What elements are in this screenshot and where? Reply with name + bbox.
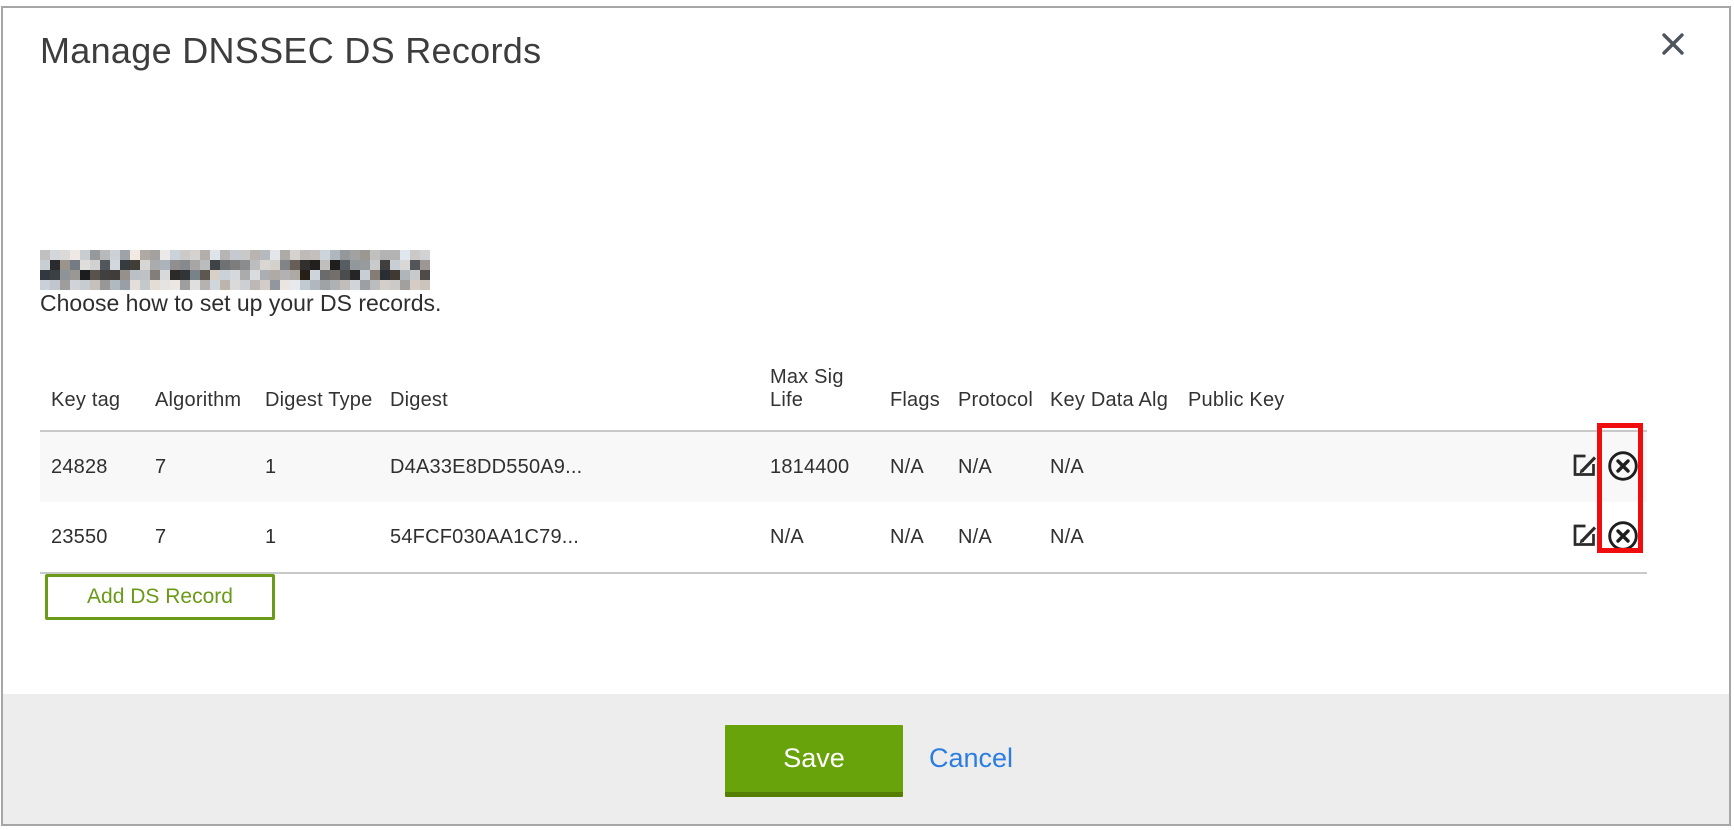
cell-flags: N/A bbox=[879, 502, 947, 573]
edit-pencil-icon bbox=[1569, 450, 1600, 484]
instructions-text: Choose how to set up your DS records. bbox=[40, 290, 441, 317]
col-header-key-tag: Key tag bbox=[40, 330, 144, 431]
edit-record-button[interactable] bbox=[1567, 450, 1601, 484]
manage-dnssec-dialog: Manage DNSSEC DS Records Choose how to s… bbox=[1, 6, 1731, 826]
cell-flags: N/A bbox=[879, 431, 947, 502]
cell-actions bbox=[1562, 431, 1647, 502]
col-header-key-data-alg: Key Data Alg bbox=[1039, 330, 1177, 431]
delete-record-button[interactable] bbox=[1606, 450, 1640, 484]
cell-digest: 54FCF030AA1C79... bbox=[379, 502, 759, 573]
cell-algorithm: 7 bbox=[144, 502, 254, 573]
edit-record-button[interactable] bbox=[1567, 520, 1601, 554]
circle-x-icon bbox=[1606, 449, 1640, 486]
delete-record-button[interactable] bbox=[1606, 520, 1640, 554]
cell-algorithm: 7 bbox=[144, 431, 254, 502]
col-header-algorithm: Algorithm bbox=[144, 330, 254, 431]
cell-key-tag: 23550 bbox=[40, 502, 144, 573]
col-header-digest: Digest bbox=[379, 330, 759, 431]
cell-digest-type: 1 bbox=[254, 431, 379, 502]
col-header-actions bbox=[1562, 330, 1647, 431]
cell-max-sig-life: N/A bbox=[759, 502, 879, 573]
cell-key-tag: 24828 bbox=[40, 431, 144, 502]
cell-actions bbox=[1562, 502, 1647, 573]
ds-records-table: Key tag Algorithm Digest Type Digest Max… bbox=[40, 330, 1647, 574]
cell-digest: D4A33E8DD550A9... bbox=[379, 431, 759, 502]
close-icon bbox=[1659, 46, 1687, 61]
col-header-protocol: Protocol bbox=[947, 330, 1039, 431]
close-button[interactable] bbox=[1659, 30, 1687, 58]
table-header-row: Key tag Algorithm Digest Type Digest Max… bbox=[40, 330, 1647, 431]
redacted-domain bbox=[40, 250, 430, 290]
table-row: 23550 7 1 54FCF030AA1C79... N/A N/A N/A … bbox=[40, 502, 1647, 573]
col-header-max-sig-life: Max Sig Life bbox=[759, 330, 879, 431]
add-ds-record-button[interactable]: Add DS Record bbox=[45, 574, 275, 620]
save-button[interactable]: Save bbox=[725, 725, 903, 797]
table-row: 24828 7 1 D4A33E8DD550A9... 1814400 N/A … bbox=[40, 431, 1647, 502]
cell-digest-type: 1 bbox=[254, 502, 379, 573]
col-header-public-key: Public Key bbox=[1177, 330, 1562, 431]
cell-protocol: N/A bbox=[947, 431, 1039, 502]
circle-x-icon bbox=[1606, 519, 1640, 556]
cell-max-sig-life: 1814400 bbox=[759, 431, 879, 502]
edit-pencil-icon bbox=[1569, 520, 1600, 554]
col-header-flags: Flags bbox=[879, 330, 947, 431]
cell-protocol: N/A bbox=[947, 502, 1039, 573]
cell-public-key bbox=[1177, 431, 1562, 502]
cancel-link[interactable]: Cancel bbox=[929, 743, 1013, 774]
cell-public-key bbox=[1177, 502, 1562, 573]
cell-key-data-alg: N/A bbox=[1039, 431, 1177, 502]
dialog-title: Manage DNSSEC DS Records bbox=[40, 30, 541, 72]
dialog-footer: Save Cancel bbox=[3, 694, 1729, 824]
col-header-digest-type: Digest Type bbox=[254, 330, 379, 431]
cell-key-data-alg: N/A bbox=[1039, 502, 1177, 573]
